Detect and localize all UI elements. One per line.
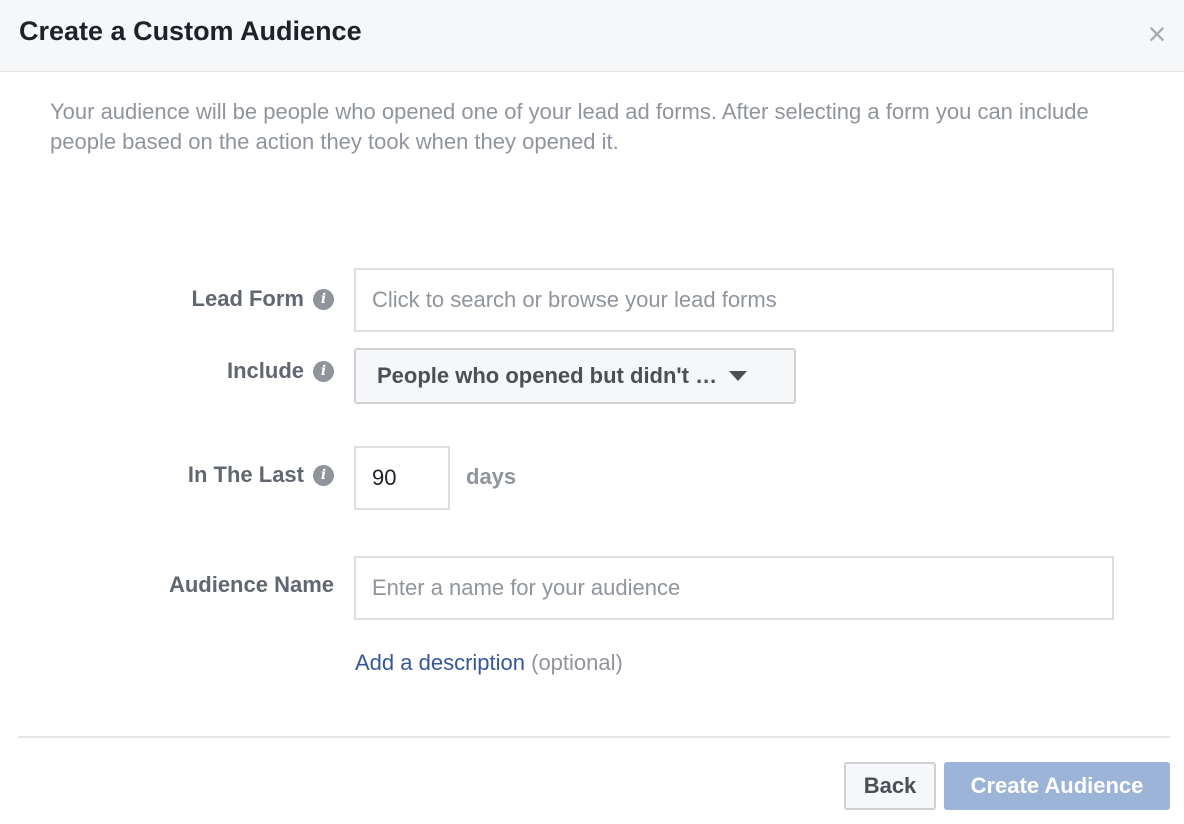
in-the-last-label: In The Last [187,462,304,487]
info-icon[interactable]: i [313,464,334,486]
days-unit-label: days [466,464,517,489]
include-label-row: Include i [227,358,334,384]
info-icon[interactable]: i [313,360,334,382]
audience-name-label-row: Audience Name [169,572,334,598]
create-audience-button[interactable]: Create Audience [944,762,1170,810]
include-dropdown[interactable]: People who opened but didn't … [354,348,796,404]
description-row: Add a description (optional) [355,650,623,676]
audience-name-input[interactable] [354,556,1114,620]
dialog-title: Create a Custom Audience [19,16,362,46]
info-icon[interactable]: i [313,288,334,310]
include-selected-value: People who opened but didn't … [377,363,718,388]
intro-text: Your audience will be people who opened … [50,99,1089,154]
footer-divider [18,736,1170,738]
caret-down-icon [729,371,748,381]
include-label: Include [226,358,304,383]
back-button[interactable]: Back [844,762,936,810]
description-optional-note: (optional) [525,650,623,675]
dialog-header: Create a Custom Audience × [0,0,1184,72]
in-the-last-label-row: In The Last i [188,462,334,488]
lead-form-search-input[interactable] [354,268,1114,332]
add-description-link[interactable]: Add a description [355,650,525,675]
audience-name-label: Audience Name [168,572,334,597]
create-custom-audience-dialog: Create a Custom Audience × Your audience… [0,0,1184,824]
close-icon[interactable]: × [1143,18,1171,50]
days-input[interactable] [354,446,450,510]
lead-form-label-row: Lead Form i [192,286,334,312]
lead-form-label: Lead Form [191,286,304,311]
